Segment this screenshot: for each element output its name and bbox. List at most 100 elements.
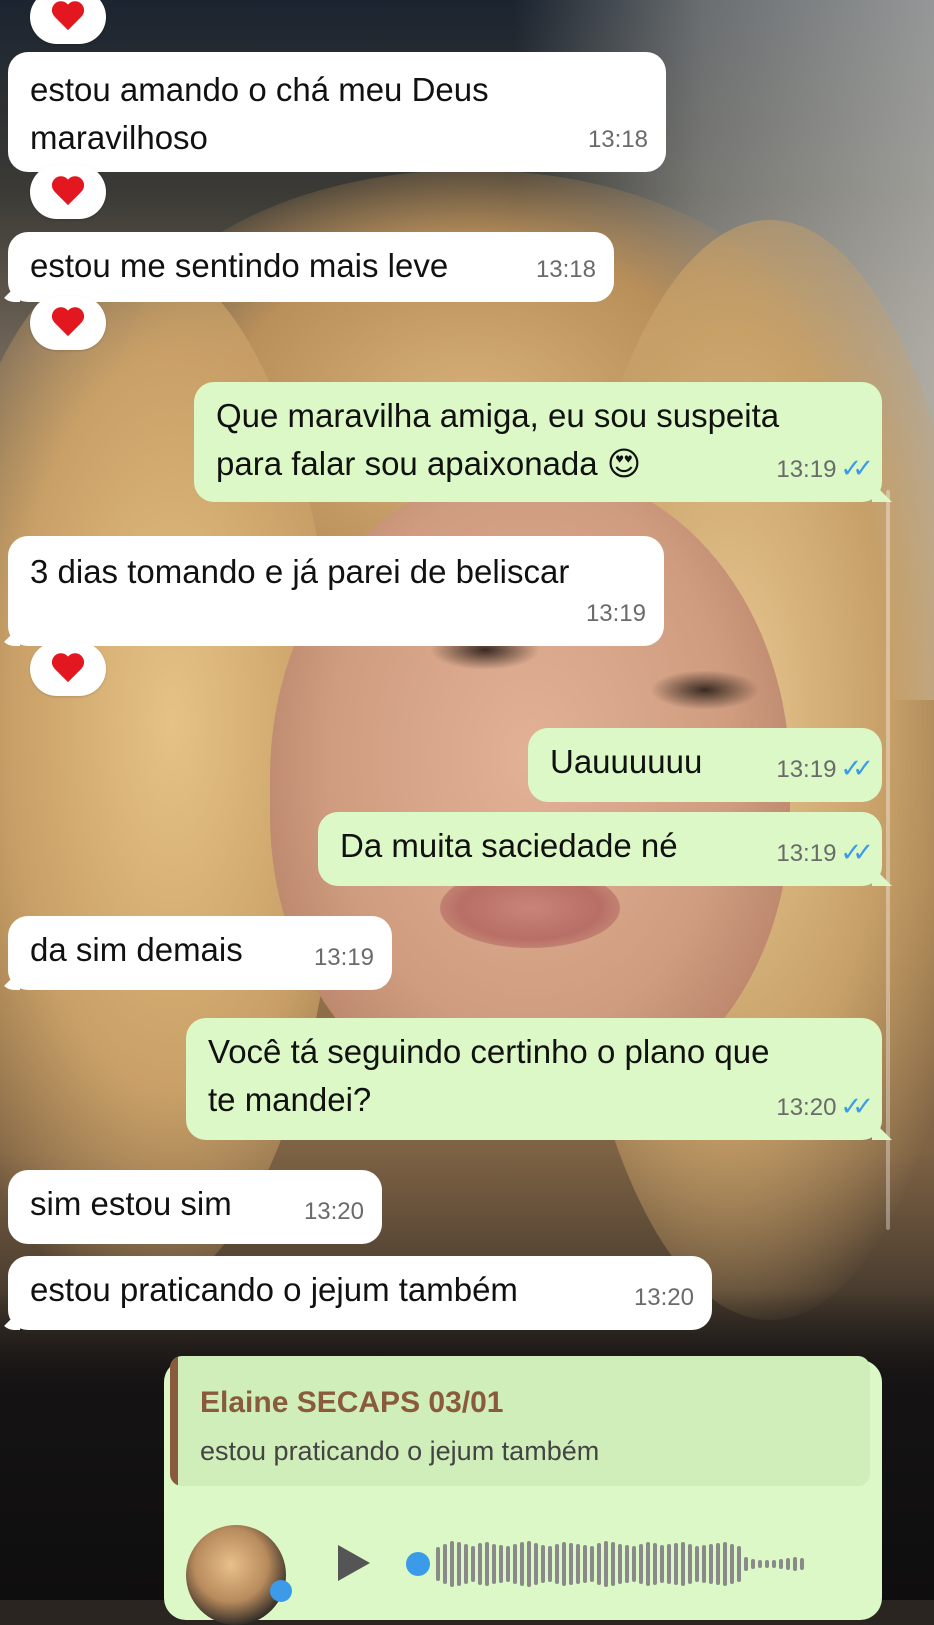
reaction-badge[interactable] <box>30 296 106 350</box>
waveform-bar <box>744 1557 748 1571</box>
waveform-bar <box>583 1545 587 1583</box>
waveform-bar <box>681 1542 685 1586</box>
message-bubble-outgoing[interactable]: Que maravilha amiga, eu sou suspeita par… <box>194 382 892 502</box>
waveform-bar <box>786 1558 790 1570</box>
quoted-author: Elaine SECAPS 03/01 <box>200 1386 504 1419</box>
quoted-text: estou praticando o jejum também <box>200 1436 600 1466</box>
message-text: 3 dias tomando e já parei de beliscar <box>30 553 570 590</box>
waveform-bar <box>478 1543 482 1585</box>
waveform-bar <box>436 1547 440 1581</box>
waveform-bar <box>618 1544 622 1584</box>
reaction-badge[interactable] <box>30 0 106 44</box>
message-time: 13:18 <box>535 256 596 283</box>
heart-icon <box>51 308 85 338</box>
waveform-bar <box>723 1542 727 1586</box>
message-bubble-incoming[interactable]: estou amando o chá meu Deus maravilhoso … <box>8 52 666 172</box>
waveform-bar <box>485 1542 489 1586</box>
waveform-bar <box>660 1545 664 1583</box>
waveform-bar <box>527 1541 531 1587</box>
waveform-bar <box>450 1541 454 1587</box>
message-time: 13:19 ✓✓ <box>776 753 873 783</box>
waveform-bar <box>520 1542 524 1586</box>
waveform-bar <box>751 1559 755 1569</box>
waveform-bar <box>492 1544 496 1584</box>
message-text: estou me sentindo mais leve <box>30 247 449 284</box>
waveform-bar <box>576 1544 580 1584</box>
heart-icon <box>51 2 85 32</box>
waveform-bar <box>765 1560 769 1568</box>
message-bubble-incoming[interactable]: estou praticando o jejum também 13:20 <box>0 1256 712 1330</box>
waveform-bar <box>499 1545 503 1583</box>
waveform-bar <box>674 1543 678 1585</box>
mic-icon <box>270 1580 292 1602</box>
message-time: 13:18 <box>587 126 648 153</box>
double-check-icon: ✓✓ <box>840 453 873 483</box>
message-text: Você tá seguindo certinho o plano que <box>208 1033 770 1070</box>
waveform-bar <box>800 1558 804 1570</box>
waveform-bar <box>709 1544 713 1584</box>
voice-waveform[interactable] <box>436 1538 804 1590</box>
message-bubble-outgoing[interactable]: Da muita saciedade né 13:19 ✓✓ <box>318 812 892 886</box>
chat-area: estou amando o chá meu Deus maravilhoso … <box>0 0 934 1625</box>
waveform-bar <box>625 1545 629 1583</box>
waveform-bar <box>534 1543 538 1585</box>
heart-icon <box>51 177 85 207</box>
message-time: 13:19 <box>313 944 374 971</box>
double-check-icon: ✓✓ <box>840 753 873 783</box>
waveform-bar <box>695 1546 699 1582</box>
message-bubble-outgoing[interactable]: Uauuuuuu 13:19 ✓✓ <box>528 728 882 802</box>
waveform-bar <box>611 1542 615 1586</box>
waveform-bar <box>457 1542 461 1586</box>
message-bubble-incoming[interactable]: da sim demais 13:19 <box>0 916 392 990</box>
waveform-bar <box>653 1543 657 1585</box>
waveform-bar <box>688 1544 692 1584</box>
waveform-bar <box>646 1542 650 1586</box>
waveform-bar <box>506 1546 510 1582</box>
reaction-badge[interactable] <box>30 642 106 696</box>
waveform-bar <box>639 1544 643 1584</box>
waveform-bar <box>604 1541 608 1587</box>
message-time: 13:19 ✓✓ <box>776 837 873 867</box>
message-bubble-incoming[interactable]: estou me sentindo mais leve 13:18 <box>0 232 614 302</box>
waveform-bar <box>590 1546 594 1582</box>
message-bubble-outgoing[interactable]: Você tá seguindo certinho o plano que te… <box>186 1018 892 1140</box>
waveform-bar <box>730 1544 734 1584</box>
message-time: 13:19 <box>585 600 646 627</box>
message-time: 13:20 <box>633 1284 694 1311</box>
waveform-bar <box>471 1546 475 1582</box>
waveform-bar <box>464 1544 468 1584</box>
waveform-bar <box>443 1544 447 1584</box>
waveform-bar <box>716 1543 720 1585</box>
message-text: estou amando o chá meu Deus <box>30 71 489 108</box>
message-bubble-incoming[interactable]: sim estou sim 13:20 <box>8 1170 382 1244</box>
waveform-bar <box>597 1543 601 1585</box>
waveform-bar <box>667 1544 671 1584</box>
message-time: 13:19 ✓✓ <box>776 453 873 483</box>
message-bubble-incoming[interactable]: 3 dias tomando e já parei de beliscar 13… <box>0 536 664 646</box>
waveform-bar <box>779 1559 783 1569</box>
waveform-bar <box>548 1546 552 1582</box>
message-time: 13:20 ✓✓ <box>776 1091 873 1121</box>
double-check-icon: ✓✓ <box>840 837 873 867</box>
quoted-message[interactable]: Elaine SECAPS 03/01 estou praticando o j… <box>170 1356 870 1486</box>
voice-progress-handle[interactable] <box>406 1552 430 1576</box>
waveform-bar <box>562 1542 566 1586</box>
waveform-bar <box>737 1546 741 1582</box>
waveform-bar <box>541 1545 545 1583</box>
play-icon[interactable] <box>338 1545 370 1581</box>
message-time: 13:20 <box>303 1198 364 1225</box>
message-text: maravilhoso <box>30 119 208 156</box>
heart-icon <box>51 654 85 684</box>
waveform-bar <box>513 1544 517 1584</box>
waveform-bar <box>772 1560 776 1568</box>
double-check-icon: ✓✓ <box>840 1091 873 1121</box>
waveform-bar <box>702 1545 706 1583</box>
waveform-bar <box>793 1557 797 1571</box>
message-text: Que maravilha amiga, eu sou suspeita <box>216 397 780 434</box>
waveform-bar <box>758 1560 762 1568</box>
waveform-bar <box>555 1544 559 1584</box>
waveform-bar <box>569 1543 573 1585</box>
reaction-badge[interactable] <box>30 165 106 219</box>
waveform-bar <box>632 1546 636 1582</box>
message-text: estou praticando o jejum também <box>30 1271 518 1308</box>
